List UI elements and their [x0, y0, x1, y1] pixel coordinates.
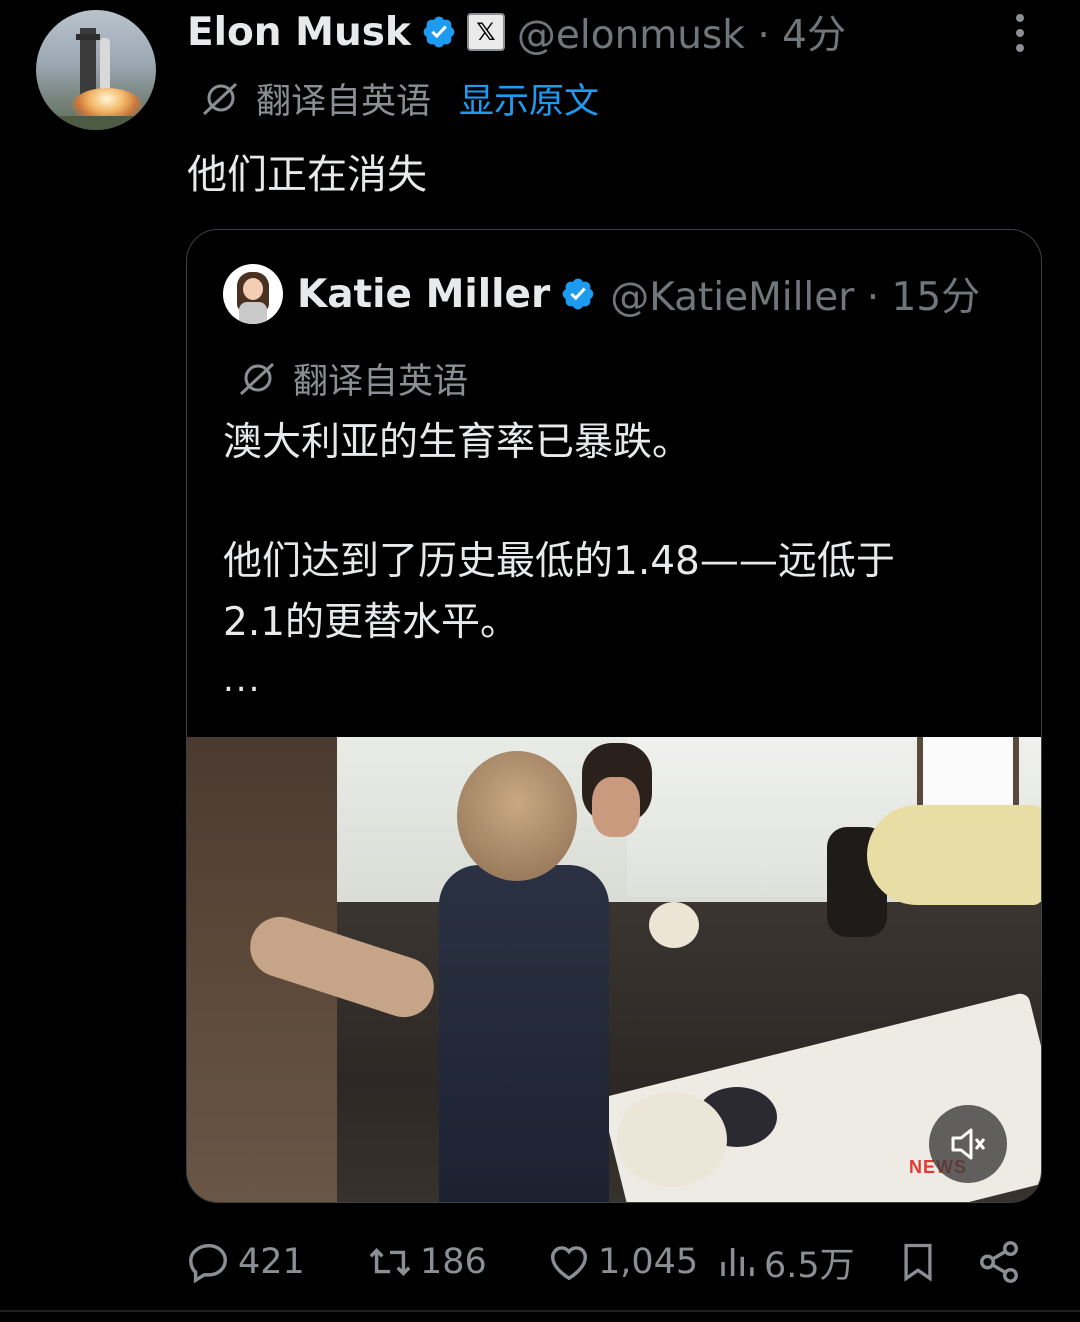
- retweet-icon: [369, 1248, 411, 1276]
- quoted-translation-row: 翻译自英语: [237, 352, 468, 404]
- bookmark-icon: [904, 1243, 932, 1282]
- quoted-tweet-time[interactable]: 15分: [892, 275, 981, 320]
- tweet-time[interactable]: 4分: [782, 13, 846, 58]
- verified-badge-icon: [562, 278, 594, 310]
- like-button[interactable]: 1,045: [546, 1232, 698, 1292]
- reply-count: 421: [238, 1242, 305, 1282]
- quoted-tweet-text: 澳大利亚的生育率已暴跌。 他们达到了历史最低的1.48——远低于 2.1的更替水…: [223, 412, 1013, 653]
- view-count: 6.5万: [764, 1245, 855, 1286]
- retweet-button[interactable]: 186: [366, 1232, 487, 1292]
- quoted-translation-label: 翻译自英语: [293, 361, 469, 402]
- share-icon: [980, 1241, 1018, 1283]
- show-original-link[interactable]: 显示原文: [459, 73, 599, 124]
- heart-icon: [550, 1246, 588, 1281]
- text-truncation-ellipsis: ...: [223, 660, 262, 700]
- separator-dot: ·: [757, 13, 770, 58]
- views-icon: [721, 1248, 754, 1276]
- author-avatar[interactable]: [36, 10, 156, 130]
- share-button[interactable]: [976, 1232, 1022, 1292]
- verified-badge-icon: [423, 16, 455, 48]
- like-count: 1,045: [598, 1242, 699, 1282]
- tweet-text: 他们正在消失: [187, 152, 427, 198]
- more-icon[interactable]: [1010, 14, 1030, 58]
- translation-row: 翻译自英语 显示原文: [200, 72, 599, 124]
- quoted-text-line: 澳大利亚的生育率已暴跌。: [223, 420, 692, 465]
- tweet-header: Elon Musk 𝕏 @elonmusk · 4分: [187, 4, 846, 60]
- reply-button[interactable]: 421: [186, 1232, 305, 1292]
- quoted-author-avatar[interactable]: [223, 264, 283, 324]
- quoted-tweet-card[interactable]: Katie Miller @KatieMiller · 15分 翻译自英语 澳大…: [186, 229, 1042, 1203]
- translation-label: 翻译自英语: [256, 81, 432, 122]
- x-affiliation-badge: 𝕏: [466, 13, 505, 51]
- quoted-author-name[interactable]: Katie Miller: [297, 272, 550, 317]
- video-player[interactable]: NEWS: [187, 737, 1041, 1202]
- author-name[interactable]: Elon Musk: [187, 10, 411, 55]
- translate-icon: [239, 362, 275, 396]
- quoted-tweet-header: Katie Miller @KatieMiller · 15分: [223, 264, 980, 324]
- bookmark-button[interactable]: [896, 1232, 940, 1292]
- separator-dot: ·: [866, 275, 880, 320]
- quoted-author-handle[interactable]: @KatieMiller: [610, 275, 854, 320]
- author-handle[interactable]: @elonmusk: [517, 13, 745, 58]
- quoted-text-line: 他们达到了历史最低的1.48——远低于: [223, 539, 895, 584]
- mute-button[interactable]: [929, 1105, 1007, 1183]
- divider: [0, 1310, 1080, 1312]
- mute-icon: [951, 1128, 986, 1160]
- views-button[interactable]: 6.5万: [716, 1232, 855, 1292]
- reply-icon: [189, 1243, 228, 1284]
- translate-icon: [202, 82, 238, 116]
- action-bar: 421 186 1,045 6.5万: [186, 1232, 1046, 1292]
- quoted-text-line: 2.1的更替水平。: [223, 600, 520, 645]
- retweet-count: 186: [420, 1242, 487, 1282]
